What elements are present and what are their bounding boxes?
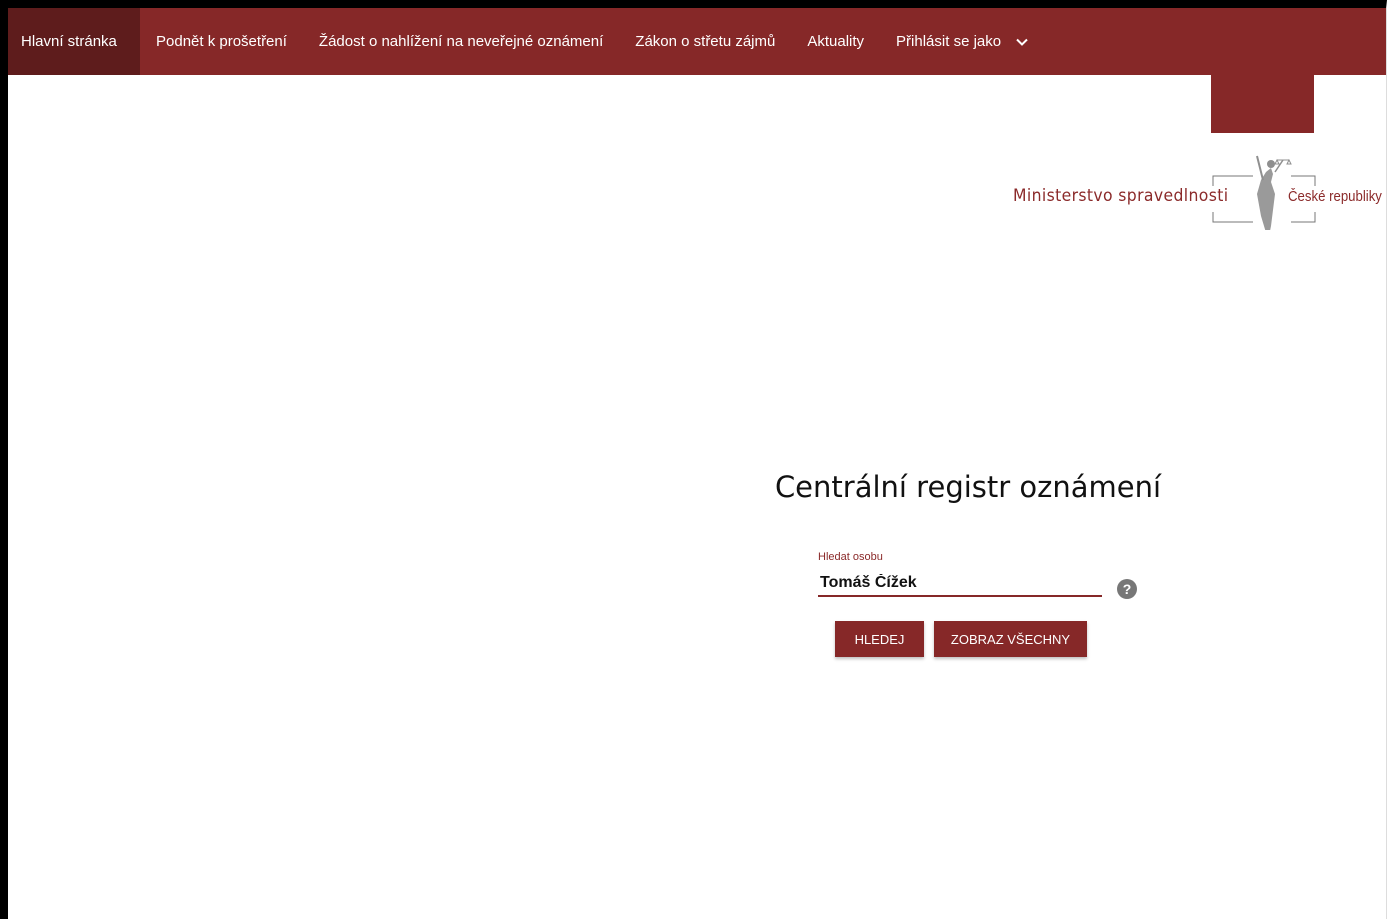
nav-item-investigation-request[interactable]: Podnět k prošetření bbox=[140, 8, 303, 75]
nav-item-conflict-of-interest-law[interactable]: Zákon o střetu zájmů bbox=[619, 8, 791, 75]
logo-tab bbox=[1211, 75, 1314, 133]
search-input-label: Hledat osobu bbox=[818, 551, 883, 563]
nav-item-label: Podnět k prošetření bbox=[156, 33, 287, 50]
chevron-down-icon[interactable] bbox=[1015, 35, 1029, 49]
nav-item-access-request[interactable]: Žádost o nahlížení na neveřejné oznámení bbox=[303, 8, 619, 75]
nav-item-label: Přihlásit se jako bbox=[896, 33, 1002, 50]
nav-item-label: Zákon o střetu zájmů bbox=[635, 33, 776, 50]
nav-item-home[interactable]: Hlavní stránka bbox=[8, 8, 140, 75]
help-icon[interactable]: ? bbox=[1117, 579, 1137, 599]
nav-item-label: Žádost o nahlížení na neveřejné oznámení bbox=[318, 33, 604, 50]
page-title: Centrální registr oznámení bbox=[774, 470, 1162, 504]
search-form: Hledat osobu bbox=[818, 549, 1102, 599]
nav-item-label: Aktuality bbox=[807, 33, 865, 50]
browser-viewport: Hlavní stránka Podnět k prošetření Žádos… bbox=[0, 0, 1387, 919]
search-input[interactable] bbox=[818, 571, 1102, 597]
main-navbar: Hlavní stránka Podnět k prošetření Žádos… bbox=[8, 8, 1386, 75]
ministry-logo[interactable]: Ministerstvo spravedlnosti České republi… bbox=[1013, 150, 1386, 230]
logo-text-ministry: Ministerstvo spravedlnosti bbox=[1013, 186, 1229, 206]
logo-text-country: České republiky bbox=[1288, 188, 1382, 205]
show-all-button[interactable]: Zobraz všechny bbox=[934, 621, 1087, 657]
nav-item-label: Hlavní stránka bbox=[21, 33, 117, 50]
nav-item-login-as[interactable]: Přihlásit se jako bbox=[880, 8, 1045, 75]
search-button[interactable]: Hledej bbox=[835, 621, 924, 657]
nav-item-news[interactable]: Aktuality bbox=[791, 8, 880, 75]
